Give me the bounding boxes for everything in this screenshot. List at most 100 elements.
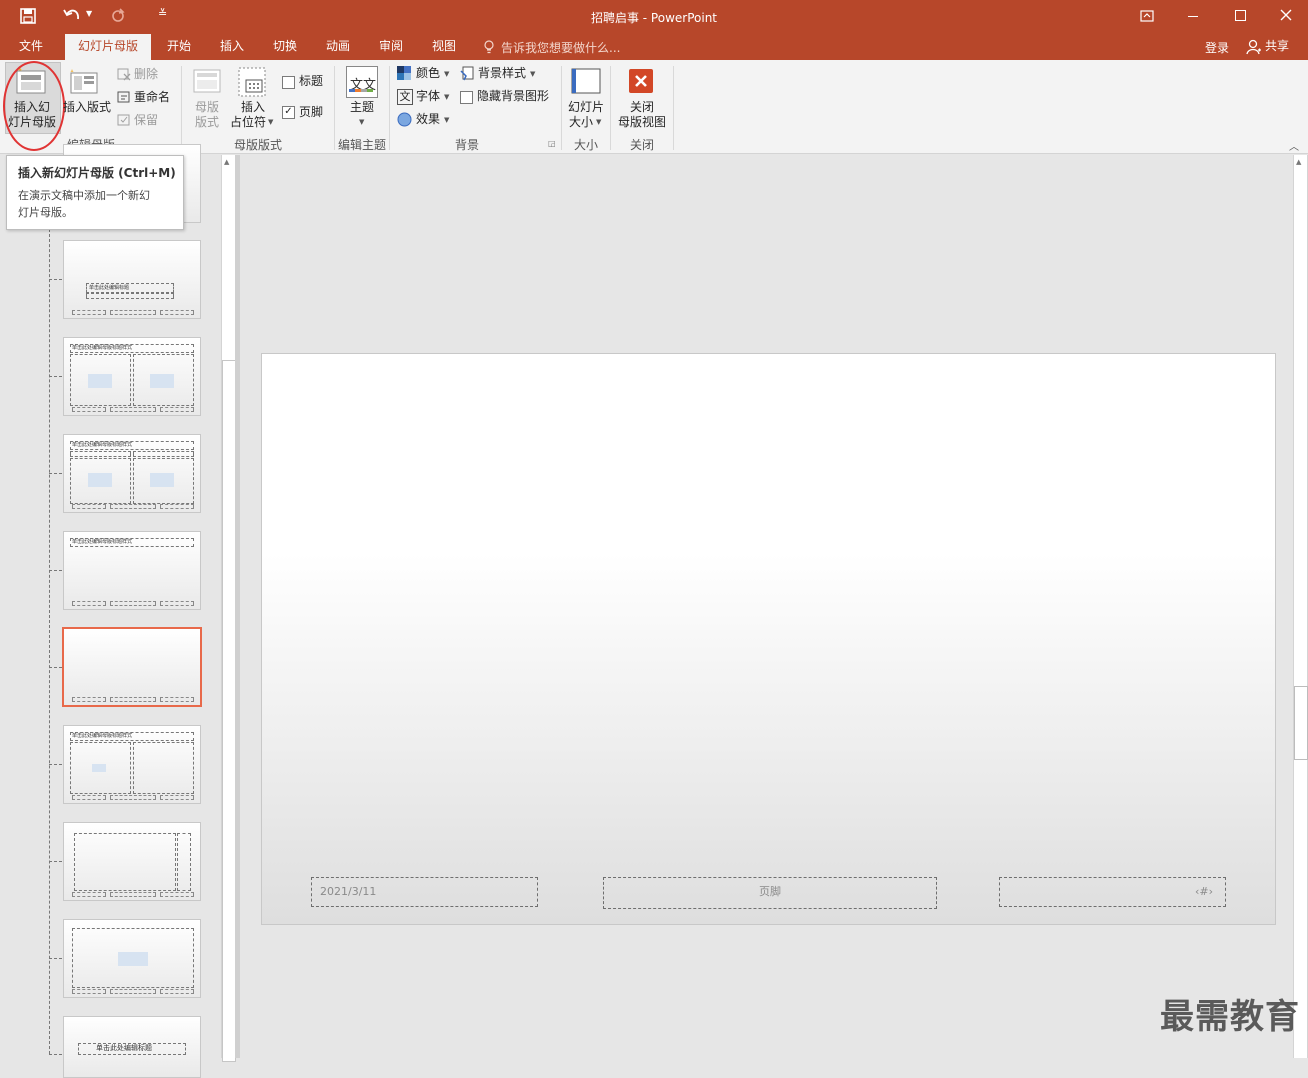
insert-placeholder-label-2[interactable]: 占位符 xyxy=(230,115,266,130)
slide-thumbnail[interactable]: 单击此处编辑母版标题样式 xyxy=(63,531,201,610)
thumb-title-text: 单击此处编辑母版标题样式 xyxy=(72,539,133,545)
collapse-ribbon-icon[interactable]: ︿ xyxy=(1289,138,1299,153)
slide-thumbnail[interactable]: 单击此处编辑标题 xyxy=(63,1016,201,1078)
close-window-button[interactable] xyxy=(1280,9,1292,21)
tab-transitions[interactable]: 切换 xyxy=(264,34,306,60)
slide-number-placeholder[interactable]: ‹#› xyxy=(999,877,1226,907)
date-placeholder[interactable]: 2021/3/11 xyxy=(311,877,538,907)
effects-dropdown-icon[interactable]: ▼ xyxy=(444,116,449,124)
slide-thumbnail[interactable] xyxy=(63,919,201,998)
close-master-view-label-2[interactable]: 母版视图 xyxy=(618,115,666,130)
share-person-icon[interactable] xyxy=(1246,39,1262,55)
theme-dropdown-icon[interactable]: ▼ xyxy=(359,118,364,126)
background-styles-icon[interactable] xyxy=(460,66,475,81)
ribbon-display-options-icon[interactable] xyxy=(1140,10,1154,22)
insert-layout-icon[interactable] xyxy=(68,68,100,96)
thumb-footer xyxy=(160,504,194,509)
connector-tick xyxy=(49,1054,62,1055)
thumb-media-icons xyxy=(92,764,106,772)
thumb-footer xyxy=(72,504,106,509)
delete-button[interactable]: 删除 xyxy=(134,67,158,82)
group-separator xyxy=(389,66,390,150)
title-checkbox[interactable] xyxy=(282,76,295,89)
fonts-dropdown-icon[interactable]: ▼ xyxy=(444,93,449,101)
pane-splitter[interactable] xyxy=(235,155,240,1058)
close-master-view-label-1: 关闭 xyxy=(630,100,655,114)
group-label-size: 大小 xyxy=(574,138,599,152)
main-scroll-thumb[interactable] xyxy=(1294,686,1308,760)
slide-size-dropdown-icon[interactable]: ▼ xyxy=(596,118,601,126)
maximize-button[interactable] xyxy=(1235,10,1246,21)
fonts-button[interactable]: 字体 xyxy=(416,89,440,104)
master-layout-icon[interactable] xyxy=(192,68,222,96)
tab-file[interactable]: 文件 xyxy=(8,34,54,60)
tab-review[interactable]: 审阅 xyxy=(370,34,412,60)
thumb-media-icons xyxy=(118,952,148,966)
preserve-icon[interactable] xyxy=(117,113,131,127)
thumb-content-placeholder xyxy=(133,742,194,794)
thumb-media-icons xyxy=(150,374,174,388)
layout-connector-line xyxy=(49,214,50,1054)
background-styles-dropdown-icon[interactable]: ▼ xyxy=(530,70,535,78)
tell-me-input[interactable]: 告诉我您想要做什么... xyxy=(501,39,620,56)
slide-size-icon[interactable] xyxy=(570,66,602,96)
thumb-footer xyxy=(160,892,194,897)
fonts-icon[interactable]: 文 xyxy=(397,89,413,105)
background-styles-button[interactable]: 背景样式 xyxy=(478,66,526,81)
main-scrollbar[interactable] xyxy=(1293,155,1308,1058)
footer-placeholder[interactable]: 页脚 xyxy=(603,877,937,909)
slide-size-label-1: 幻灯片 xyxy=(568,100,605,114)
group-separator xyxy=(673,66,674,150)
ribbon-tab-bar: 文件 幻灯片母版 开始 插入 切换 动画 审阅 视图 告诉我您想要做什么... … xyxy=(0,34,1308,60)
scroll-up-arrow-icon[interactable]: ▲ xyxy=(1296,158,1301,166)
minimize-button[interactable] xyxy=(1188,16,1198,17)
thumb-media-icons xyxy=(150,473,174,487)
master-layout-label-2: 版式 xyxy=(195,115,220,129)
colors-button[interactable]: 颜色 xyxy=(416,66,440,81)
thumb-footer xyxy=(160,697,194,702)
colors-dropdown-icon[interactable]: ▼ xyxy=(444,70,449,78)
sign-in-link[interactable]: 登录 xyxy=(1205,39,1229,56)
thumb-footer xyxy=(72,310,106,315)
slide-thumbnail[interactable]: 单击此处编辑母版标题样式 xyxy=(63,434,201,513)
close-master-view-icon[interactable] xyxy=(628,68,654,94)
thumb-title-text: 单击此处编辑母版标题样式 xyxy=(72,733,133,739)
effects-button[interactable]: 效果 xyxy=(416,112,440,127)
insert-placeholder-icon[interactable] xyxy=(237,66,267,98)
insert-placeholder-dropdown-icon[interactable]: ▼ xyxy=(268,118,273,126)
thumb-footer xyxy=(72,407,106,412)
slide-thumbnail[interactable]: 单击此处编辑母版标题样式 xyxy=(63,337,201,416)
tab-home[interactable]: 开始 xyxy=(158,34,200,60)
slide-size-label-2[interactable]: 大小 xyxy=(569,115,593,130)
tooltip-title: 插入新幻灯片母版 (Ctrl+M) xyxy=(18,166,176,180)
lightbulb-icon xyxy=(484,40,494,54)
colors-icon[interactable] xyxy=(397,66,412,81)
thumb-footer xyxy=(110,504,156,509)
rename-icon[interactable] xyxy=(117,90,131,104)
thumb-vertical-title-placeholder xyxy=(177,833,191,891)
tab-insert[interactable]: 插入 xyxy=(211,34,253,60)
hide-background-checkbox[interactable] xyxy=(460,91,473,104)
theme-button[interactable]: 主题 xyxy=(350,100,374,115)
share-button[interactable]: 共享 xyxy=(1265,37,1289,54)
tab-view[interactable]: 视图 xyxy=(423,34,465,60)
rename-button[interactable]: 重命名 xyxy=(134,90,170,105)
delete-icon[interactable] xyxy=(117,67,131,81)
slide-thumbnail[interactable]: 单击此处编辑母版标题样式 xyxy=(63,725,201,804)
slide-canvas[interactable]: 2021/3/11 页脚 ‹#› xyxy=(261,353,1276,925)
group-separator xyxy=(181,66,182,150)
slide-thumbnail-selected[interactable] xyxy=(62,627,202,707)
slide-thumbnail[interactable] xyxy=(63,822,201,901)
connector-tick xyxy=(49,764,62,765)
background-dialog-launcher-icon[interactable]: ◲ xyxy=(548,139,556,148)
slide-thumbnail[interactable]: 单击此处编辑标题 xyxy=(63,240,201,319)
highlight-circle xyxy=(3,61,65,151)
preserve-button[interactable]: 保留 xyxy=(134,113,158,128)
footer-checkbox[interactable]: ✓ xyxy=(282,106,295,119)
thumbnail-scroll-thumb[interactable] xyxy=(222,360,236,1062)
effects-icon[interactable] xyxy=(397,112,412,127)
scroll-up-arrow-icon[interactable]: ▲ xyxy=(224,158,229,166)
insert-layout-label[interactable]: 插入版式 xyxy=(63,100,111,115)
tab-animations[interactable]: 动画 xyxy=(317,34,359,60)
tab-slide-master[interactable]: 幻灯片母版 xyxy=(65,34,151,60)
